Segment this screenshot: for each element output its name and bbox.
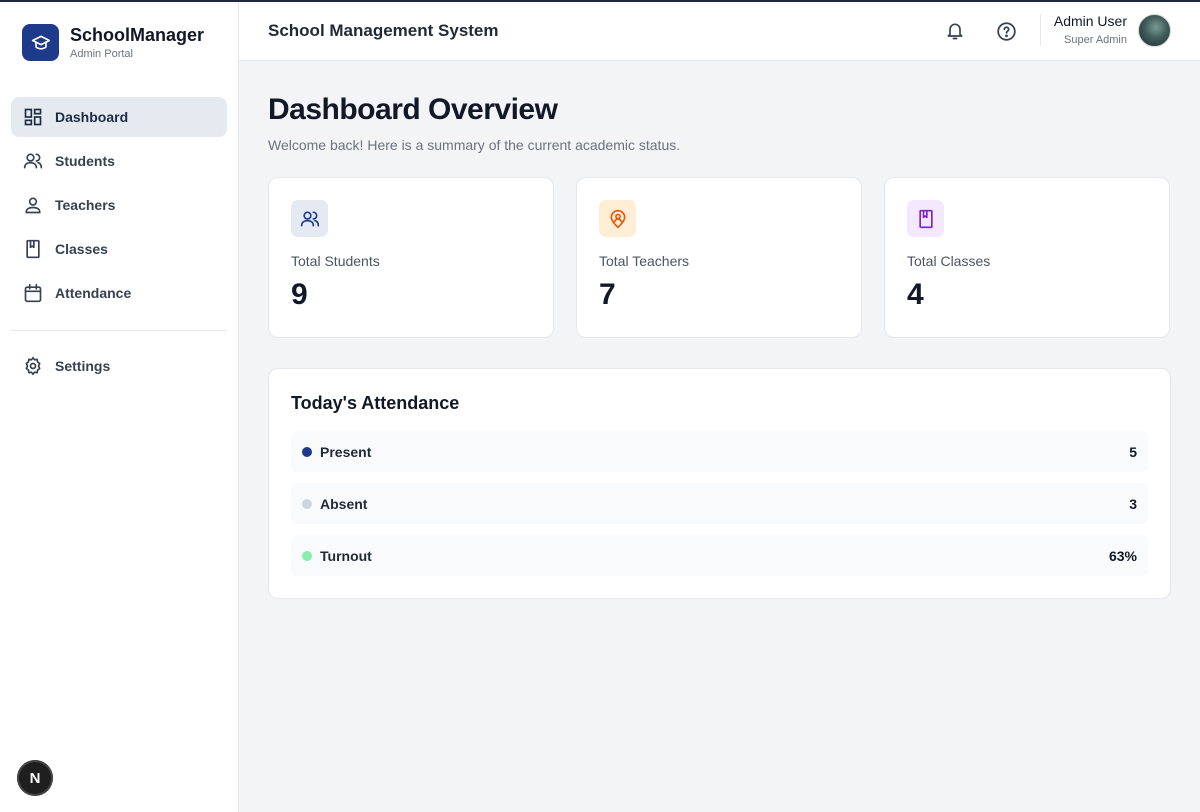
brand-subtitle: Admin Portal — [70, 48, 133, 60]
sidebar-item-teachers[interactable]: Teachers — [11, 185, 227, 225]
students-icon — [23, 151, 43, 171]
attendance-value: 3 — [1129, 495, 1137, 512]
teacher-badge-icon — [599, 200, 636, 237]
status-dot — [302, 550, 312, 561]
brand-name: SchoolManager — [70, 25, 205, 45]
sidebar-item-settings[interactable]: Settings — [11, 346, 227, 386]
dashboard-icon — [23, 107, 43, 127]
sidebar-item-classes[interactable]: Classes — [11, 229, 227, 269]
calendar-icon — [23, 283, 43, 303]
stat-value: 9 — [291, 278, 308, 311]
attendance-card: Today's Attendance Present 5 Absent 3 Tu… — [268, 368, 1171, 599]
sidebar-divider — [11, 330, 227, 331]
user-info[interactable]: Admin User Super Admin — [1054, 12, 1127, 47]
students-icon — [291, 200, 328, 237]
top-header: School Management System Admin User Supe… — [239, 2, 1200, 61]
attendance-label: Present — [320, 443, 372, 460]
next-dev-tools-button[interactable]: N — [17, 760, 53, 796]
stat-label: Total Classes — [907, 253, 991, 269]
status-dot — [302, 498, 312, 509]
sidebar-item-students[interactable]: Students — [11, 141, 227, 181]
user-name: Admin User — [1053, 13, 1127, 29]
user-role: Super Admin — [1064, 34, 1127, 46]
bell-icon[interactable] — [943, 19, 967, 43]
book-icon — [907, 200, 944, 237]
header-title: School Management System — [268, 21, 499, 40]
attendance-title: Today's Attendance — [291, 393, 460, 413]
stat-value: 4 — [907, 278, 924, 311]
page-title: Dashboard Overview — [268, 93, 558, 126]
book-icon — [23, 239, 43, 259]
attendance-value: 5 — [1129, 443, 1137, 460]
stat-card-teachers: Total Teachers 7 — [576, 177, 862, 338]
attendance-row-turnout: Turnout 63% — [291, 535, 1148, 576]
gear-icon — [23, 356, 43, 376]
sidebar-item-attendance[interactable]: Attendance — [11, 273, 227, 313]
attendance-label: Turnout — [320, 547, 372, 564]
stat-value: 7 — [599, 278, 616, 311]
avatar[interactable] — [1138, 14, 1171, 47]
page-subtitle: Welcome back! Here is a summary of the c… — [268, 137, 681, 153]
sidebar-item-label: Classes — [55, 241, 108, 257]
stat-card-classes: Total Classes 4 — [884, 177, 1170, 338]
brand[interactable]: SchoolManager Admin Portal — [22, 24, 204, 61]
attendance-row-present: Present 5 — [291, 431, 1148, 472]
sidebar-item-dashboard[interactable]: Dashboard — [11, 97, 227, 137]
sidebar-item-label: Dashboard — [55, 109, 129, 125]
teacher-icon — [23, 195, 43, 215]
header-divider — [1040, 14, 1041, 46]
attendance-row-absent: Absent 3 — [291, 483, 1148, 524]
sidebar-item-label: Teachers — [55, 197, 116, 213]
attendance-value: 63% — [1108, 547, 1137, 564]
stat-label: Total Teachers — [599, 253, 690, 269]
stat-card-students: Total Students 9 — [268, 177, 554, 338]
graduation-cap-icon — [22, 24, 59, 61]
attendance-label: Absent — [320, 495, 368, 512]
sidebar-item-label: Settings — [55, 358, 111, 374]
sidebar: SchoolManager Admin Portal Dashboard Stu… — [0, 2, 239, 812]
stat-label: Total Students — [291, 253, 380, 269]
sidebar-nav: Dashboard Students Teachers Classes Atte… — [11, 97, 227, 317]
sidebar-item-label: Students — [55, 153, 115, 169]
sidebar-item-label: Attendance — [55, 285, 132, 301]
status-dot — [302, 446, 312, 457]
help-icon[interactable] — [994, 19, 1018, 43]
